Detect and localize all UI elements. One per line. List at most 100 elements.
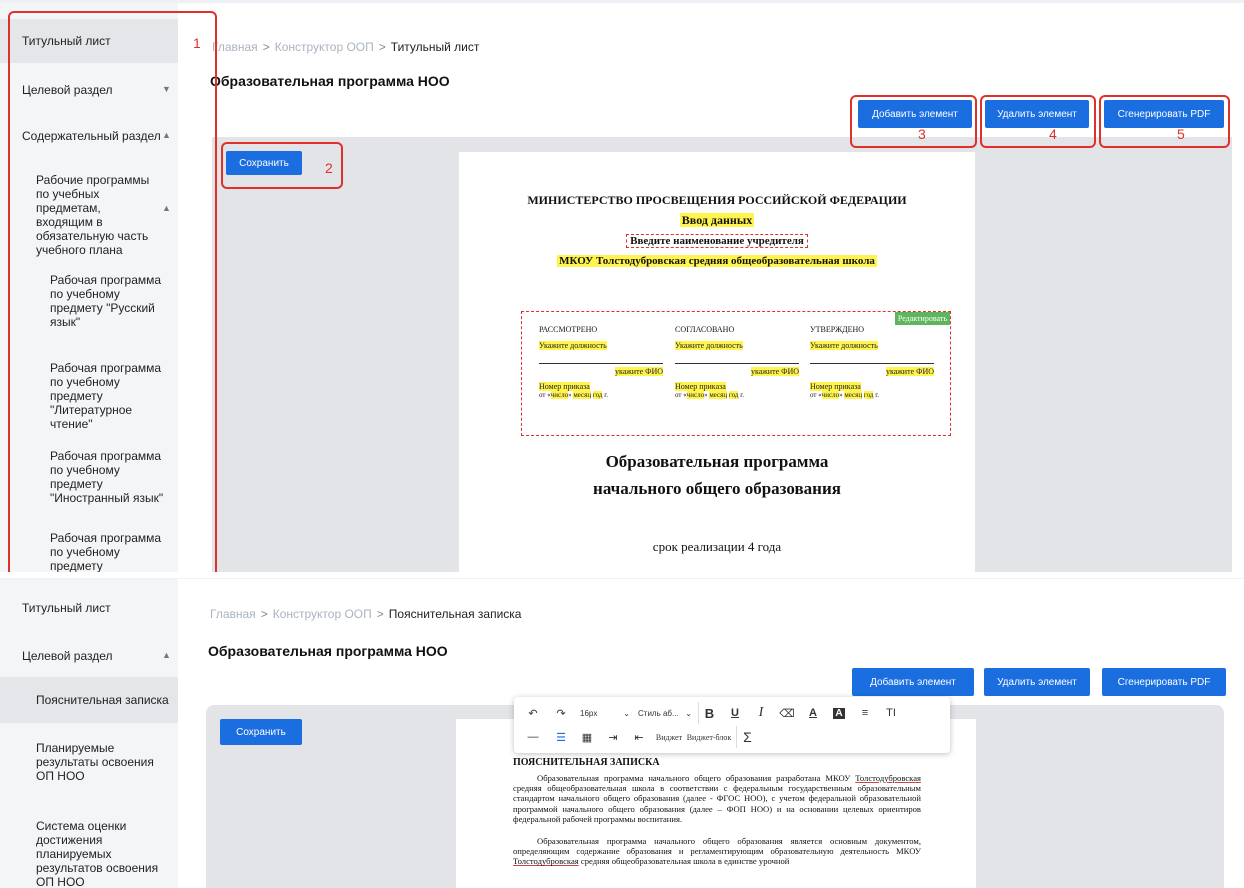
eraser-icon[interactable]: ⌫ [776, 702, 798, 724]
order-field[interactable]: Номер приказа [810, 382, 861, 391]
section-heading: ПОЯСНИТЕЛЬНАЯ ЗАПИСКА [513, 757, 660, 768]
col-heading: СОГЛАСОВАНО [675, 325, 735, 334]
sidebar-item-planned-results[interactable]: Планируемые результаты освоения ОП НОО [0, 739, 178, 785]
from-label: от « [810, 391, 822, 399]
order-field[interactable]: Номер приказа [675, 382, 726, 391]
annotation-box-4 [980, 95, 1096, 148]
breadcrumb-constructor[interactable]: Конструктор ООП [273, 607, 372, 621]
paragraph-1: Образовательная программа начального общ… [513, 773, 921, 824]
col-reviewed: РАССМОТРЕНО Укажите должность укажите ФИ… [539, 325, 663, 399]
font-size-icon[interactable]: TI [880, 702, 902, 724]
signature-line [675, 350, 799, 364]
paragraph-2: Образовательная программа начального общ… [513, 836, 921, 867]
highlight-color-label: A [833, 707, 845, 719]
sidebar-item-label: Планируемые результаты освоения ОП НОО [36, 741, 154, 783]
position-field[interactable]: Укажите должность [675, 341, 743, 350]
p1-text-b: средняя общеобразовательная школа в соот… [513, 783, 921, 824]
position-field[interactable]: Укажите должность [810, 341, 878, 350]
school-name-field[interactable]: МКОУ Толстодубровская средняя общеобразо… [557, 255, 877, 267]
undo-icon[interactable]: ↶ [522, 702, 544, 724]
sidebar-item-target-section[interactable]: Целевой раздел ▲ [0, 641, 178, 669]
day-field[interactable]: число [686, 391, 705, 399]
program-title-line1: Образовательная программа [605, 452, 829, 471]
text-color-icon[interactable]: A [802, 702, 824, 724]
annotation-number-2: 2 [325, 160, 333, 176]
month-field[interactable]: месяц [573, 391, 592, 399]
annotation-number-4: 4 [1049, 126, 1057, 142]
sidebar-item-label: Система оценки достижения планируемых ре… [36, 819, 159, 888]
position-field[interactable]: Укажите должность [539, 341, 607, 350]
table-icon[interactable]: ▦ [576, 726, 598, 748]
align-icon[interactable]: ≡ [854, 702, 876, 724]
bold-button[interactable]: B [698, 702, 720, 724]
breadcrumb-constructor[interactable]: Конструктор ООП [275, 40, 374, 54]
page-title: Образовательная программа НОО [210, 73, 450, 89]
annotation-box-3 [850, 95, 977, 148]
breadcrumb-separator: > [260, 607, 268, 621]
sidebar-item-label: Титульный лист [22, 601, 111, 615]
italic-button[interactable]: I [750, 702, 772, 724]
term-text: срок реализации 4 года [652, 539, 782, 554]
year-suffix: г. [602, 391, 609, 399]
p2-school-name: Толстодубровская [513, 856, 579, 867]
program-title-line2: начального общего образования [593, 479, 841, 498]
chevron-down-icon: ⌄ [623, 708, 630, 718]
delete-element-button[interactable]: Удалить элемент [984, 668, 1090, 696]
year-suffix: г. [738, 391, 745, 399]
sidebar-item-label: Целевой раздел [22, 649, 113, 663]
founder-field[interactable]: Введите наименование учредителя [626, 234, 808, 248]
p1-school-name: Толстодубровская [855, 773, 921, 783]
add-element-button[interactable]: Добавить элемент [852, 668, 974, 696]
sidebar-item-label: Пояснительная записка [36, 693, 169, 707]
breadcrumb-current: Пояснительная записка [388, 607, 522, 621]
fio-field[interactable]: укажите ФИО [614, 367, 663, 376]
sidebar-item-title-page[interactable]: Титульный лист [0, 593, 178, 621]
annotation-number-5: 5 [1177, 126, 1185, 142]
day-field[interactable]: число [550, 391, 569, 399]
day-field[interactable]: число [821, 391, 840, 399]
col-heading: УТВЕРЖДЕНО [810, 325, 865, 334]
generate-pdf-button[interactable]: Сгенерировать PDF [1102, 668, 1226, 696]
from-label: от « [675, 391, 687, 399]
outdent-icon[interactable]: ⇤ [628, 726, 650, 748]
annotation-number-3: 3 [918, 126, 926, 142]
sidebar-item-assessment[interactable]: Система оценки достижения планируемых ре… [0, 817, 178, 888]
breadcrumb-home[interactable]: Главная [212, 40, 258, 54]
chevron-down-icon: ⌄ [685, 708, 692, 718]
signature-line [539, 350, 663, 364]
breadcrumb-separator: > [262, 40, 270, 54]
month-field[interactable]: месяц [844, 391, 863, 399]
fio-field[interactable]: укажите ФИО [885, 367, 934, 376]
font-size-select[interactable]: 16px ⌄ [580, 702, 634, 724]
breadcrumb-separator: > [376, 607, 384, 621]
annotation-number-1: 1 [193, 35, 201, 51]
sidebar-item-explanatory-note[interactable]: Пояснительная записка [0, 677, 178, 723]
style-select[interactable]: Стиль аб... ⌄ [638, 702, 694, 724]
col-agreed: СОГЛАСОВАНО Укажите должность укажите ФИ… [675, 325, 799, 399]
approval-block: Редактировать РАССМОТРЕНО Укажите должно… [521, 311, 951, 436]
bullet-list-icon[interactable]: ☰ [550, 726, 572, 748]
highlight-color-icon[interactable]: A [828, 702, 850, 724]
p2-text-a: Образовательная программа начального общ… [513, 836, 921, 857]
fio-field[interactable]: укажите ФИО [750, 367, 799, 376]
ministry-heading: МИНИСТЕРСТВО ПРОСВЕЩЕНИЯ РОССИЙСКОЙ ФЕДЕ… [527, 193, 907, 207]
screen-explanatory-note: Титульный лист Целевой раздел ▲ Пояснител… [0, 578, 1244, 888]
sigma-icon[interactable]: Σ [736, 726, 758, 748]
font-size-value: 16px [580, 708, 598, 718]
widget-button[interactable]: Виджет [654, 726, 684, 748]
annotation-box-1 [8, 11, 217, 572]
col-approved: УТВЕРЖДЕНО Укажите должность укажите ФИО… [810, 325, 934, 399]
chevron-up-icon: ▲ [162, 650, 171, 660]
underline-button[interactable]: U [724, 702, 746, 724]
rich-text-toolbar: ↶ ↷ 16px ⌄ Стиль аб... ⌄ B U I ⌫ A A ≡ TI … [514, 697, 950, 753]
month-field[interactable]: месяц [709, 391, 728, 399]
horizontal-rule-icon[interactable]: — [522, 726, 544, 748]
order-field[interactable]: Номер приказа [539, 382, 590, 391]
edit-button[interactable]: Редактировать [894, 312, 950, 325]
save-button[interactable]: Сохранить [220, 719, 302, 745]
indent-icon[interactable]: ⇥ [602, 726, 624, 748]
data-input-label[interactable]: Ввод данных [679, 213, 755, 227]
breadcrumb-home[interactable]: Главная [210, 607, 256, 621]
redo-icon[interactable]: ↷ [550, 702, 572, 724]
widget-block-button[interactable]: Виджет-блок [686, 726, 732, 748]
